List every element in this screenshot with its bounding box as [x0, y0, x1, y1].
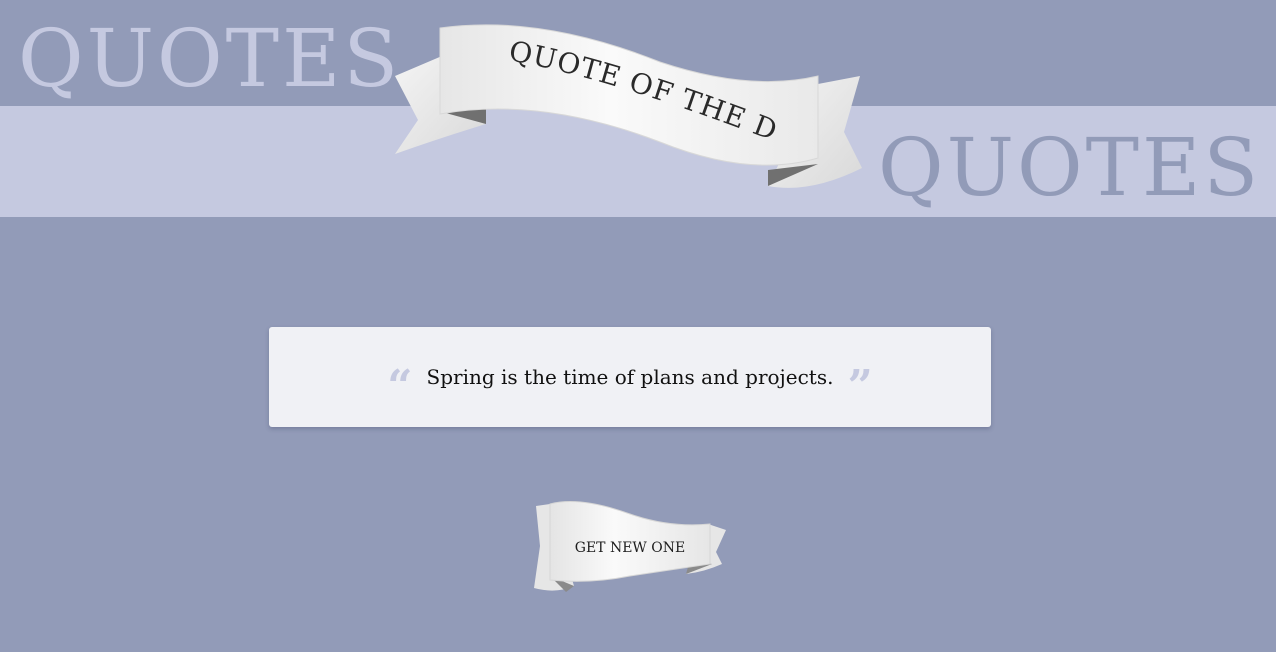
background-word-bottom: QUOTES	[878, 121, 1262, 214]
left-double-quote-icon: “	[387, 361, 413, 412]
get-new-quote-button[interactable]: GET NEW ONE	[530, 494, 730, 596]
quote-page: QUOTES QUOTES QUOTE OF THE DAY	[0, 0, 1276, 652]
background-word-top: QUOTES	[18, 12, 402, 105]
right-double-quote-icon: ”	[847, 361, 873, 412]
get-new-quote-label: GET NEW ONE	[575, 540, 685, 556]
quote-card: “ Spring is the time of plans and projec…	[269, 327, 991, 427]
title-ribbon	[395, 24, 862, 188]
quote-text: Spring is the time of plans and projects…	[426, 365, 834, 389]
